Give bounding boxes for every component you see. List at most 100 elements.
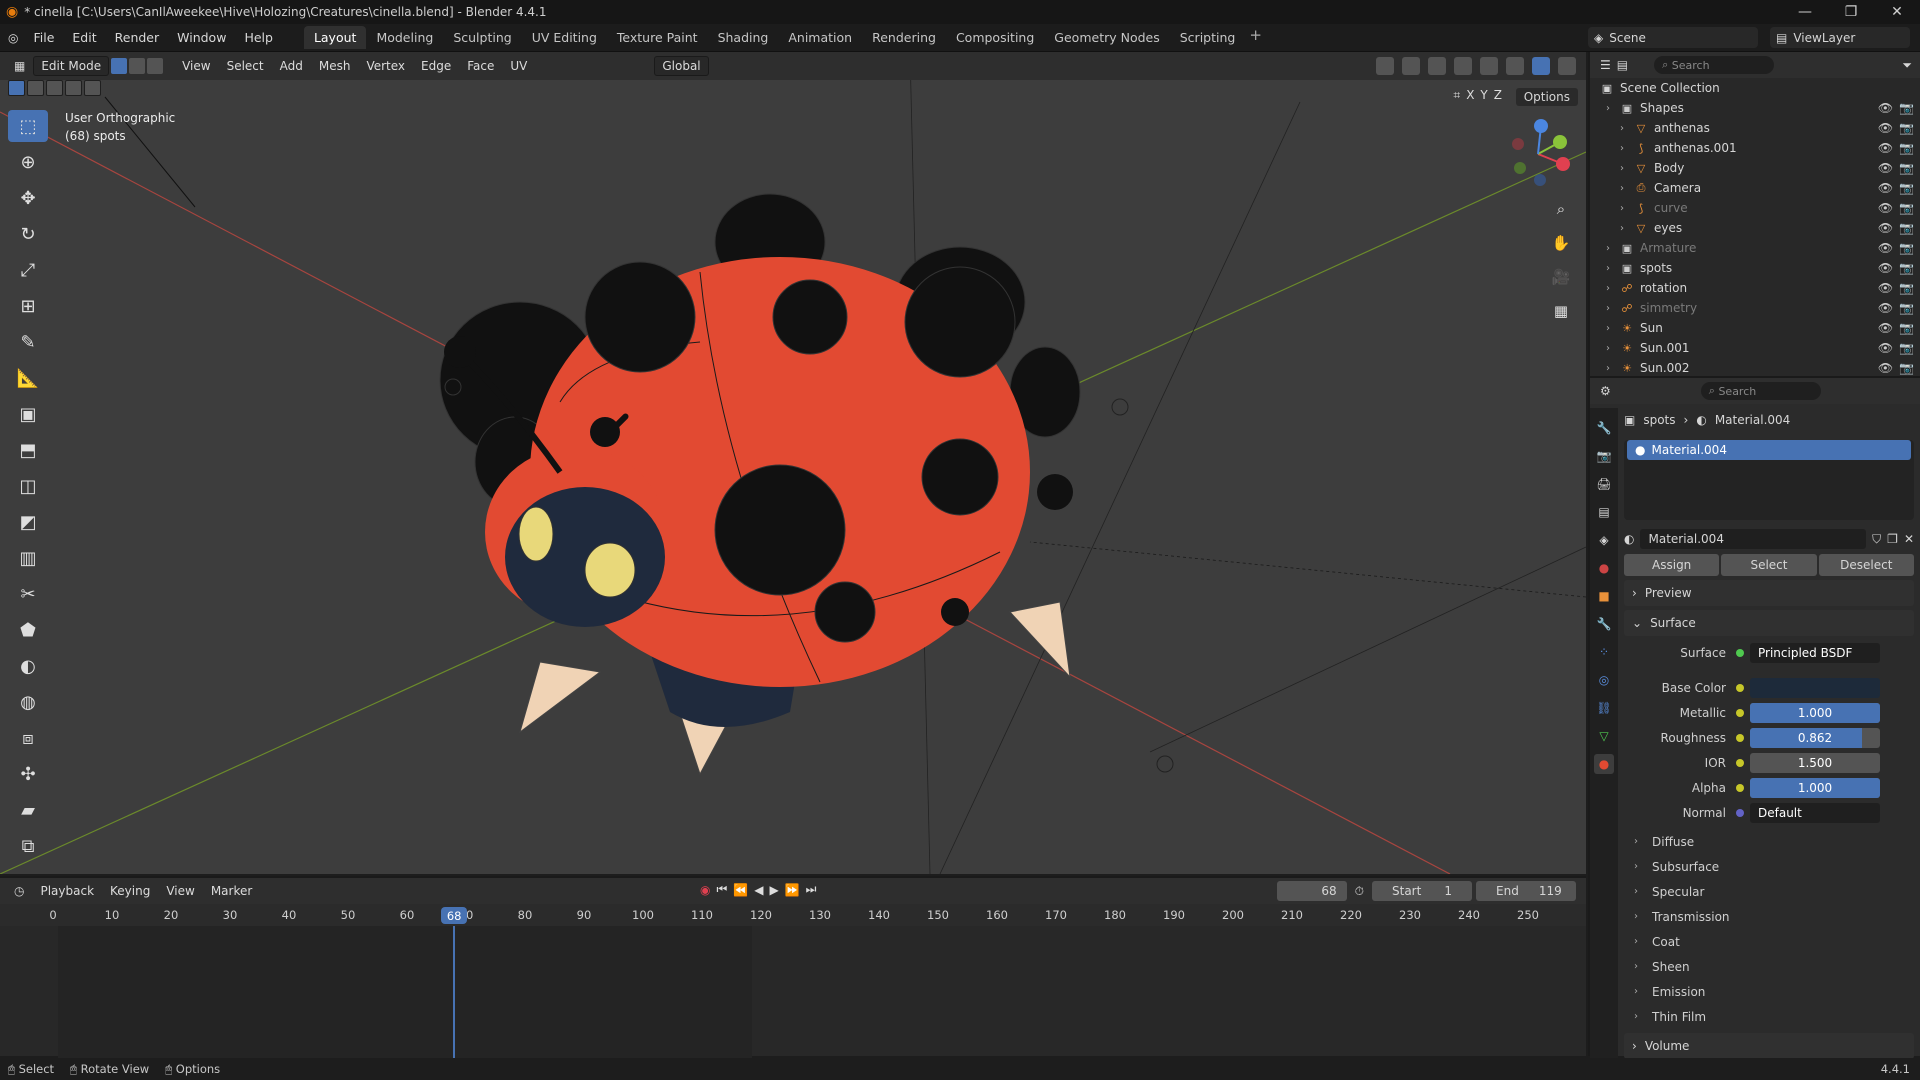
menu-vertex[interactable]: Vertex: [359, 57, 412, 75]
add-cube-tool-icon[interactable]: ▣: [8, 398, 48, 430]
tab-shading[interactable]: Shading: [708, 26, 779, 49]
mirror-z-toggle[interactable]: Z: [1494, 88, 1502, 103]
vertex-select-icon[interactable]: [111, 58, 128, 74]
outliner-row[interactable]: › ☀ Sun.002 👁 📷: [1590, 358, 1920, 378]
volume-panel-header[interactable]: › Volume: [1624, 1033, 1914, 1059]
render-camera-icon[interactable]: 📷: [1899, 281, 1914, 295]
tab-rendering[interactable]: Rendering: [862, 26, 946, 49]
render-camera-icon[interactable]: 📷: [1899, 121, 1914, 135]
close-button[interactable]: ✕: [1874, 0, 1920, 24]
outliner-row[interactable]: › ▣ spots 👁 📷: [1590, 258, 1920, 278]
outliner-row[interactable]: › ⟆ curve 👁 📷: [1590, 198, 1920, 218]
shear-tool-icon[interactable]: ▰: [8, 794, 48, 826]
start-frame-field[interactable]: Start 1: [1372, 881, 1472, 901]
pan-hand-icon[interactable]: ✋: [1548, 230, 1574, 256]
menu-keying[interactable]: Keying: [102, 884, 158, 898]
outliner-row[interactable]: › ▽ Body 👁 📷: [1590, 158, 1920, 178]
tab-geometry-nodes[interactable]: Geometry Nodes: [1044, 26, 1169, 49]
add-workspace-icon[interactable]: +: [1249, 26, 1262, 49]
unlink-material-icon[interactable]: ✕: [1904, 532, 1914, 546]
duplicate-material-icon[interactable]: ❐: [1887, 532, 1898, 546]
menu-playback[interactable]: Playback: [32, 884, 102, 898]
knife-tool-icon[interactable]: ✂: [8, 578, 48, 610]
outliner-search-input[interactable]: ⌕ Search: [1654, 56, 1775, 74]
scale-tool-icon[interactable]: ⤢: [8, 254, 48, 286]
preview-panel-header[interactable]: › Preview: [1624, 580, 1914, 606]
deselect-button[interactable]: Deselect: [1818, 554, 1914, 576]
surface-shader-field[interactable]: Principled BSDF: [1750, 642, 1880, 663]
outliner-row[interactable]: › ▣ Shapes 👁 📷: [1590, 98, 1920, 118]
scene-selector[interactable]: ◈ Scene: [1588, 27, 1758, 48]
subpanel-header[interactable]: › Emission: [1624, 979, 1914, 1004]
subpanel-header[interactable]: › Diffuse: [1624, 829, 1914, 854]
overlay-icon[interactable]: [1428, 57, 1446, 75]
select-box-tool-icon[interactable]: ⬚: [8, 110, 48, 142]
wireframe-shading-icon[interactable]: [1480, 57, 1498, 75]
ortho-grid-icon[interactable]: ▦: [1548, 298, 1574, 324]
shrink-fatten-tool-icon[interactable]: ✣: [8, 758, 48, 790]
options-dropdown[interactable]: Options: [1515, 88, 1578, 106]
eye-icon[interactable]: 👁: [1878, 241, 1893, 255]
outliner-row[interactable]: › ☍ rotation 👁 📷: [1590, 278, 1920, 298]
assign-button[interactable]: Assign: [1624, 554, 1720, 576]
subpanel-header[interactable]: › Transmission: [1624, 904, 1914, 929]
filter-icon[interactable]: ⏷: [1902, 58, 1912, 73]
subpanel-header[interactable]: › Specular: [1624, 879, 1914, 904]
render-tab-icon[interactable]: 📷: [1594, 446, 1614, 466]
extrude-tool-icon[interactable]: ⬒: [8, 434, 48, 466]
menu-uv[interactable]: UV: [503, 57, 534, 75]
display-mode-icon[interactable]: ▤: [1617, 58, 1628, 72]
expand-arrow-icon[interactable]: ›: [1606, 103, 1620, 114]
eye-icon[interactable]: 👁: [1878, 221, 1893, 235]
material-slot-list[interactable]: ● Material.004: [1624, 440, 1914, 520]
jump-end-icon[interactable]: ⏭: [806, 882, 817, 897]
eye-icon[interactable]: 👁: [1878, 101, 1893, 115]
minimize-button[interactable]: —: [1782, 0, 1828, 24]
menu-select[interactable]: Select: [220, 57, 271, 75]
current-frame-marker[interactable]: 68: [441, 907, 468, 924]
edge-slide-tool-icon[interactable]: ⧈: [8, 722, 48, 754]
material-slot[interactable]: ● Material.004: [1627, 440, 1911, 460]
material-shading-icon[interactable]: [1532, 57, 1550, 75]
tab-sculpting[interactable]: Sculpting: [443, 26, 521, 49]
expand-arrow-icon[interactable]: ›: [1620, 143, 1634, 154]
subpanel-header[interactable]: › Thin Film: [1624, 1004, 1914, 1029]
measure-tool-icon[interactable]: 📐: [8, 362, 48, 394]
record-icon[interactable]: ◉: [700, 883, 710, 897]
solid-shading-icon[interactable]: [1506, 57, 1524, 75]
menu-help[interactable]: Help: [235, 30, 282, 45]
outliner-row[interactable]: › ▣ Armature 👁 📷: [1590, 238, 1920, 258]
render-camera-icon[interactable]: 📷: [1899, 101, 1914, 115]
xray-icon[interactable]: [1454, 57, 1472, 75]
render-camera-icon[interactable]: 📷: [1899, 321, 1914, 335]
visibility-icon[interactable]: [1376, 57, 1394, 75]
loop-cut-tool-icon[interactable]: ▥: [8, 542, 48, 574]
outliner-row[interactable]: › ⟆ anthenas.001 👁 📷: [1590, 138, 1920, 158]
maximize-button[interactable]: ❐: [1828, 0, 1874, 24]
expand-arrow-icon[interactable]: ›: [1620, 223, 1634, 234]
outliner-row[interactable]: › ▽ anthenas 👁 📷: [1590, 118, 1920, 138]
param-value-field[interactable]: 0.862: [1750, 727, 1880, 748]
expand-arrow-icon[interactable]: ›: [1606, 303, 1620, 314]
3d-viewport[interactable]: ▦ Edit Mode View Select Add Mesh Vertex …: [0, 52, 1586, 874]
param-value-field[interactable]: [1750, 677, 1880, 698]
mirror-y-toggle[interactable]: Y: [1480, 88, 1487, 103]
outliner-row[interactable]: › ☀ Sun 👁 📷: [1590, 318, 1920, 338]
move-tool-icon[interactable]: ✥: [8, 182, 48, 214]
view-layer-tab-icon[interactable]: ▤: [1594, 502, 1614, 522]
eye-icon[interactable]: 👁: [1878, 361, 1893, 375]
editor-type-icon[interactable]: ▦: [14, 59, 25, 73]
expand-arrow-icon[interactable]: ›: [1606, 323, 1620, 334]
surface-panel-header[interactable]: ⌄ Surface: [1624, 610, 1914, 636]
scene-collection-row[interactable]: ▣ Scene Collection: [1590, 78, 1920, 98]
expand-arrow-icon[interactable]: ›: [1620, 163, 1634, 174]
transform-tool-icon[interactable]: ⊞: [8, 290, 48, 322]
render-camera-icon[interactable]: 📷: [1899, 241, 1914, 255]
tab-compositing[interactable]: Compositing: [946, 26, 1044, 49]
normal-field[interactable]: Default: [1750, 802, 1880, 823]
material-browse-icon[interactable]: ◐: [1624, 532, 1634, 546]
playhead[interactable]: [453, 926, 456, 1058]
prev-keyframe-icon[interactable]: ⏪: [733, 883, 748, 897]
select-extend-icon[interactable]: [27, 80, 44, 96]
eye-icon[interactable]: 👁: [1878, 121, 1893, 135]
